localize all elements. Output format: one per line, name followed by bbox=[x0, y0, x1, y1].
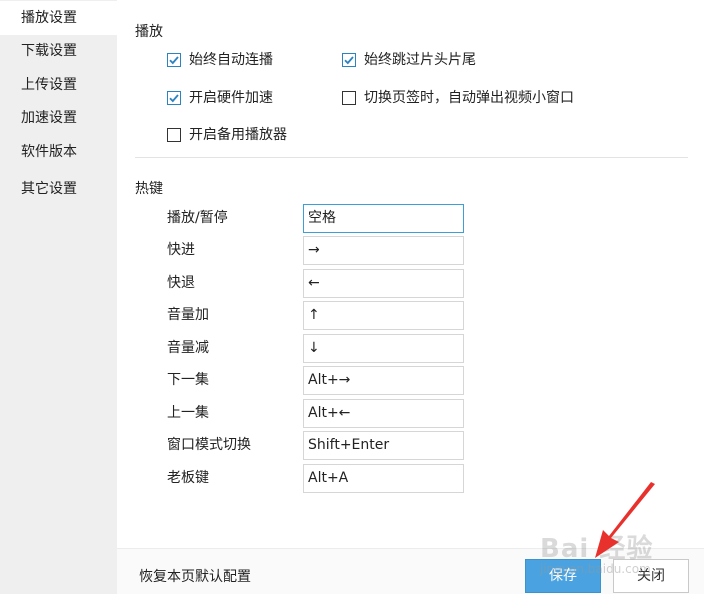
hotkey-label-rewind: 快退 bbox=[167, 275, 195, 291]
option-label: 切换页签时，自动弹出视频小窗口 bbox=[364, 90, 574, 106]
checkbox-unchecked-icon[interactable] bbox=[342, 91, 356, 105]
hotkey-input-window-mode[interactable]: Shift+Enter bbox=[303, 431, 464, 460]
option-backup-player[interactable]: 开启备用播放器 bbox=[167, 125, 287, 145]
sidebar-item-playback[interactable]: 播放设置 bbox=[0, 1, 117, 35]
annotation-arrow-icon bbox=[595, 482, 655, 558]
hotkey-label-volume-down: 音量减 bbox=[167, 340, 209, 356]
hotkey-input-play-pause[interactable]: 空格 bbox=[303, 204, 464, 233]
sidebar-item-other[interactable]: 其它设置 bbox=[0, 172, 117, 206]
option-skip-intro-outro[interactable]: 始终跳过片头片尾 bbox=[342, 50, 476, 70]
hotkey-input-rewind[interactable]: ← bbox=[303, 269, 464, 298]
hotkey-label-boss-key: 老板键 bbox=[167, 470, 209, 486]
settings-sidebar: 播放设置 下载设置 上传设置 加速设置 软件版本 其它设置 bbox=[0, 0, 117, 594]
option-label: 开启备用播放器 bbox=[189, 127, 287, 143]
watermark-url: jingyan.baidu.com bbox=[540, 562, 651, 576]
hotkey-label-next-episode: 下一集 bbox=[167, 372, 209, 388]
option-label: 始终自动连播 bbox=[189, 52, 273, 68]
hotkey-input-next-episode[interactable]: Alt+→ bbox=[303, 366, 464, 395]
hotkey-label-fast-forward: 快进 bbox=[167, 242, 195, 258]
checkbox-checked-icon[interactable] bbox=[342, 53, 356, 67]
playback-section-title: 播放 bbox=[135, 24, 163, 40]
sidebar-item-acceleration[interactable]: 加速设置 bbox=[0, 101, 117, 135]
option-auto-play-next[interactable]: 始终自动连播 bbox=[167, 50, 273, 70]
hotkey-input-boss-key[interactable]: Alt+A bbox=[303, 464, 464, 493]
sidebar-item-upload[interactable]: 上传设置 bbox=[0, 68, 117, 102]
hotkey-label-play-pause: 播放/暂停 bbox=[167, 210, 228, 226]
hotkey-input-fast-forward[interactable]: → bbox=[303, 236, 464, 265]
option-label: 始终跳过片头片尾 bbox=[364, 52, 476, 68]
hotkey-label-volume-up: 音量加 bbox=[167, 307, 209, 323]
section-divider bbox=[135, 157, 688, 158]
hotkey-input-previous-episode[interactable]: Alt+← bbox=[303, 399, 464, 428]
option-mini-window-on-tab-switch[interactable]: 切换页签时，自动弹出视频小窗口 bbox=[342, 88, 574, 108]
hotkey-input-volume-down[interactable]: ↓ bbox=[303, 334, 464, 363]
hotkey-label-window-mode: 窗口模式切换 bbox=[167, 437, 251, 453]
option-label: 开启硬件加速 bbox=[189, 90, 273, 106]
checkbox-checked-icon[interactable] bbox=[167, 91, 181, 105]
hotkey-input-volume-up[interactable]: ↑ bbox=[303, 301, 464, 330]
restore-defaults-link[interactable]: 恢复本页默认配置 bbox=[139, 566, 251, 586]
checkbox-checked-icon[interactable] bbox=[167, 53, 181, 67]
sidebar-item-version[interactable]: 软件版本 bbox=[0, 135, 117, 169]
sidebar-item-download[interactable]: 下载设置 bbox=[0, 34, 117, 68]
hotkey-label-previous-episode: 上一集 bbox=[167, 405, 209, 421]
checkbox-unchecked-icon[interactable] bbox=[167, 128, 181, 142]
hotkeys-section-title: 热键 bbox=[135, 181, 163, 197]
option-hardware-acceleration[interactable]: 开启硬件加速 bbox=[167, 88, 273, 108]
